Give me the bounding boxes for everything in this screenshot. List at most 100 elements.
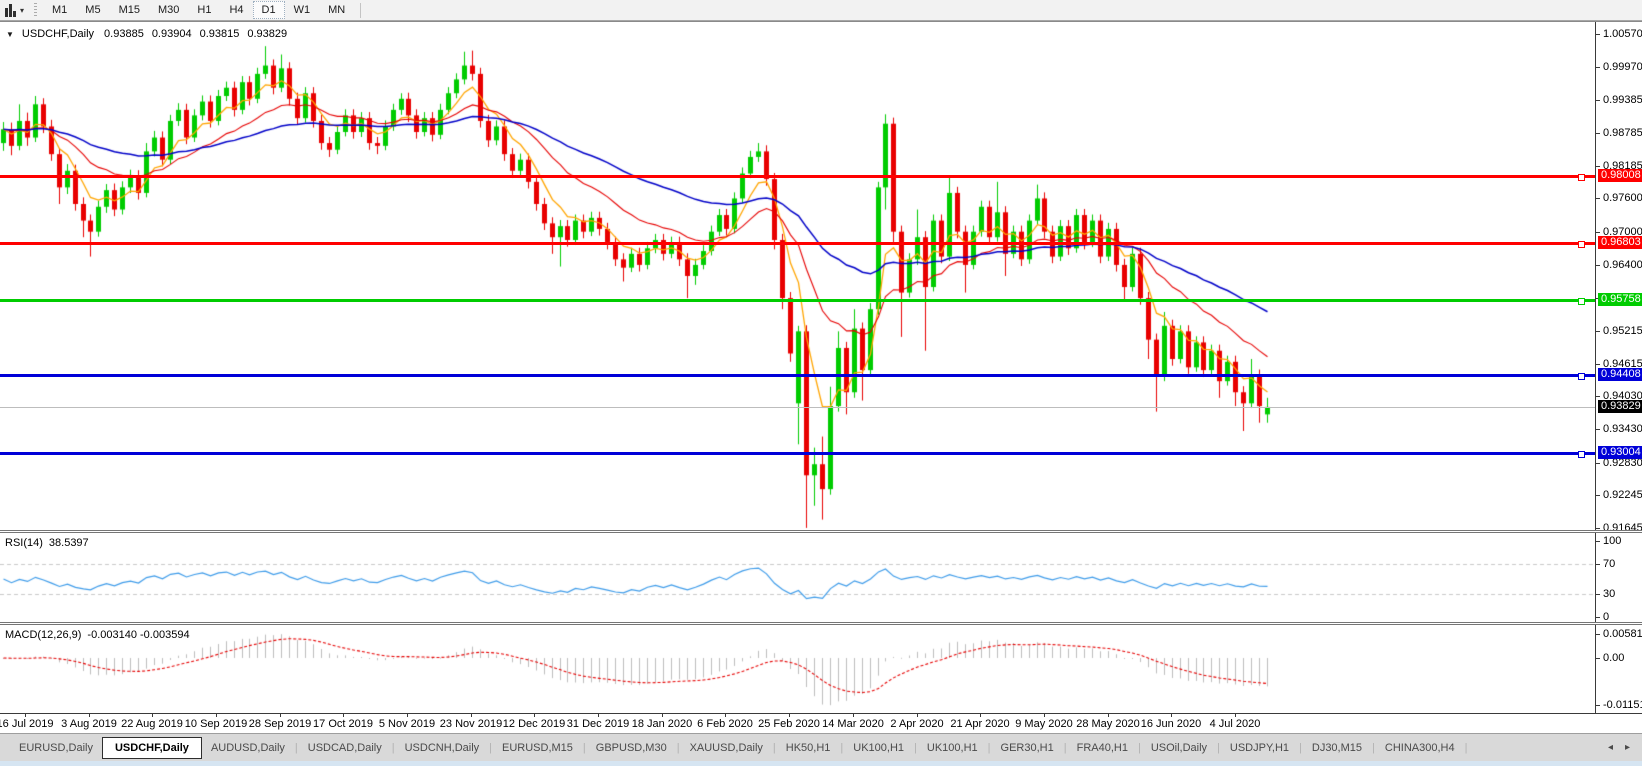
tab-eurusd-daily[interactable]: EURUSD,Daily <box>10 738 102 758</box>
rsi-value: 38.5397 <box>49 537 89 549</box>
tab-eurusd-m15[interactable]: EURUSD,M15 <box>493 738 582 758</box>
level-badge: 0.98008 <box>1598 169 1642 182</box>
macd-pane-canvas[interactable] <box>0 626 1595 713</box>
price-pane-canvas[interactable] <box>0 24 1595 531</box>
tab-scroll-left-icon[interactable]: ◂ <box>1608 742 1613 753</box>
bottom-strip <box>0 761 1642 766</box>
date-label: 10 Sep 2019 <box>185 718 247 730</box>
date-tick <box>89 714 90 717</box>
tab-gbpusd-m30[interactable]: GBPUSD,M30 <box>587 738 676 758</box>
timeframe-button-m1[interactable]: M1 <box>43 1 76 19</box>
macd-label: MACD(12,26,9) -0.003140 -0.003594 <box>5 629 190 641</box>
date-label: 3 Aug 2019 <box>61 718 117 730</box>
toolbar-separator <box>360 3 361 18</box>
price-tick <box>1596 67 1600 68</box>
level-badge: 0.93004 <box>1598 446 1642 459</box>
tab-uk100-h1[interactable]: UK100,H1 <box>918 738 987 758</box>
level-badge: 0.96803 <box>1598 236 1642 249</box>
current-price-badge: 0.93829 <box>1598 400 1642 413</box>
rsi-label: RSI(14) 38.5397 <box>5 537 89 549</box>
price-tick-label: 0.99970 <box>1603 61 1642 73</box>
macd-values: -0.003140 -0.003594 <box>87 629 189 641</box>
date-tick <box>25 714 26 717</box>
date-label: 5 Nov 2019 <box>379 718 435 730</box>
rsi-name: RSI(14) <box>5 537 43 549</box>
date-axis: 16 Jul 20193 Aug 201922 Aug 201910 Sep 2… <box>0 714 1595 734</box>
rsi-tick <box>1596 594 1600 595</box>
date-label: 21 Apr 2020 <box>950 718 1009 730</box>
price-tick <box>1596 396 1600 397</box>
tab-separator: | <box>1464 742 1469 754</box>
timeframe-button-mn[interactable]: MN <box>319 1 354 19</box>
timeframe-button-m30[interactable]: M30 <box>149 1 188 19</box>
date-label: 28 Sep 2019 <box>249 718 311 730</box>
macd-tick-label: 0.005818 <box>1603 628 1642 640</box>
date-tick <box>789 714 790 717</box>
tab-scroll-right-icon[interactable]: ▸ <box>1625 742 1630 753</box>
toolbar-grip[interactable] <box>34 3 37 17</box>
tab-dj30-m15[interactable]: DJ30,M15 <box>1303 738 1371 758</box>
price-tick-label: 0.93430 <box>1603 423 1642 435</box>
tab-ger30-h1[interactable]: GER30,H1 <box>992 738 1063 758</box>
date-label: 25 Feb 2020 <box>758 718 820 730</box>
price-tick <box>1596 166 1600 167</box>
date-tick <box>216 714 217 717</box>
tab-uk100-h1[interactable]: UK100,H1 <box>844 738 913 758</box>
date-tick <box>853 714 854 717</box>
tab-usdjpy-h1[interactable]: USDJPY,H1 <box>1221 738 1298 758</box>
timeframe-button-h1[interactable]: H1 <box>188 1 220 19</box>
date-tick <box>662 714 663 717</box>
rsi-tick <box>1596 617 1600 618</box>
date-tick <box>1235 714 1236 717</box>
collapse-icon[interactable]: ▼ <box>6 30 14 39</box>
tab-usdchf-daily[interactable]: USDCHF,Daily <box>102 737 202 759</box>
macd-tick <box>1596 634 1600 635</box>
timeframe-button-w1[interactable]: W1 <box>285 1 320 19</box>
price-tick-label: 0.96400 <box>1603 259 1642 271</box>
price-tick-label: 0.97600 <box>1603 192 1642 204</box>
date-label: 4 Jul 2020 <box>1210 718 1261 730</box>
date-tick <box>1108 714 1109 717</box>
date-label: 23 Nov 2019 <box>440 718 502 730</box>
chart-window: ▼ USDCHF,Daily 0.93885 0.93904 0.93815 0… <box>0 21 1642 733</box>
pane-separator[interactable] <box>0 622 1642 625</box>
tab-usdcad-daily[interactable]: USDCAD,Daily <box>299 738 391 758</box>
price-tick-label: 1.00570 <box>1603 28 1642 40</box>
price-tick <box>1596 198 1600 199</box>
open-value: 0.93885 <box>104 28 144 40</box>
tab-usoil-daily[interactable]: USOil,Daily <box>1142 738 1216 758</box>
price-tick <box>1596 133 1600 134</box>
timeframe-buttons: M1M5M15M30H1H4D1W1MN <box>43 1 354 19</box>
timeframe-button-m5[interactable]: M5 <box>76 1 109 19</box>
macd-tick <box>1596 705 1600 706</box>
chart-tool-icon[interactable] <box>3 4 18 17</box>
date-label: 17 Oct 2019 <box>313 718 373 730</box>
timeframe-button-m15[interactable]: M15 <box>110 1 149 19</box>
chevron-down-icon[interactable]: ▾ <box>20 6 24 15</box>
tab-china300-h4[interactable]: CHINA300,H4 <box>1376 738 1464 758</box>
tab-fra40-h1[interactable]: FRA40,H1 <box>1068 738 1137 758</box>
date-label: 18 Jan 2020 <box>632 718 693 730</box>
price-tick <box>1596 364 1600 365</box>
pane-separator[interactable] <box>0 530 1642 533</box>
macd-name: MACD(12,26,9) <box>5 629 81 641</box>
tab-usdcnh-daily[interactable]: USDCNH,Daily <box>396 738 489 758</box>
timeframe-button-d1[interactable]: D1 <box>253 1 285 19</box>
date-tick <box>1171 714 1172 717</box>
high-value: 0.93904 <box>152 28 192 40</box>
date-label: 6 Feb 2020 <box>697 718 753 730</box>
mt4-window: ▾ M1M5M15M30H1H4D1W1MN ▼ USDCHF,Daily 0.… <box>0 0 1642 766</box>
date-tick <box>343 714 344 717</box>
date-label: 12 Dec 2019 <box>503 718 565 730</box>
date-tick <box>980 714 981 717</box>
price-tick <box>1596 429 1600 430</box>
tab-audusd-daily[interactable]: AUDUSD,Daily <box>202 738 294 758</box>
rsi-pane-canvas[interactable] <box>0 534 1595 623</box>
price-tick <box>1596 331 1600 332</box>
timeframe-button-h4[interactable]: H4 <box>220 1 252 19</box>
price-axis: 1.005700.999700.993850.987850.981850.976… <box>1595 22 1642 714</box>
level-badge: 0.94408 <box>1598 368 1642 381</box>
tab-hk50-h1[interactable]: HK50,H1 <box>777 738 840 758</box>
rsi-tick <box>1596 564 1600 565</box>
tab-xauusd-daily[interactable]: XAUUSD,Daily <box>681 738 772 758</box>
